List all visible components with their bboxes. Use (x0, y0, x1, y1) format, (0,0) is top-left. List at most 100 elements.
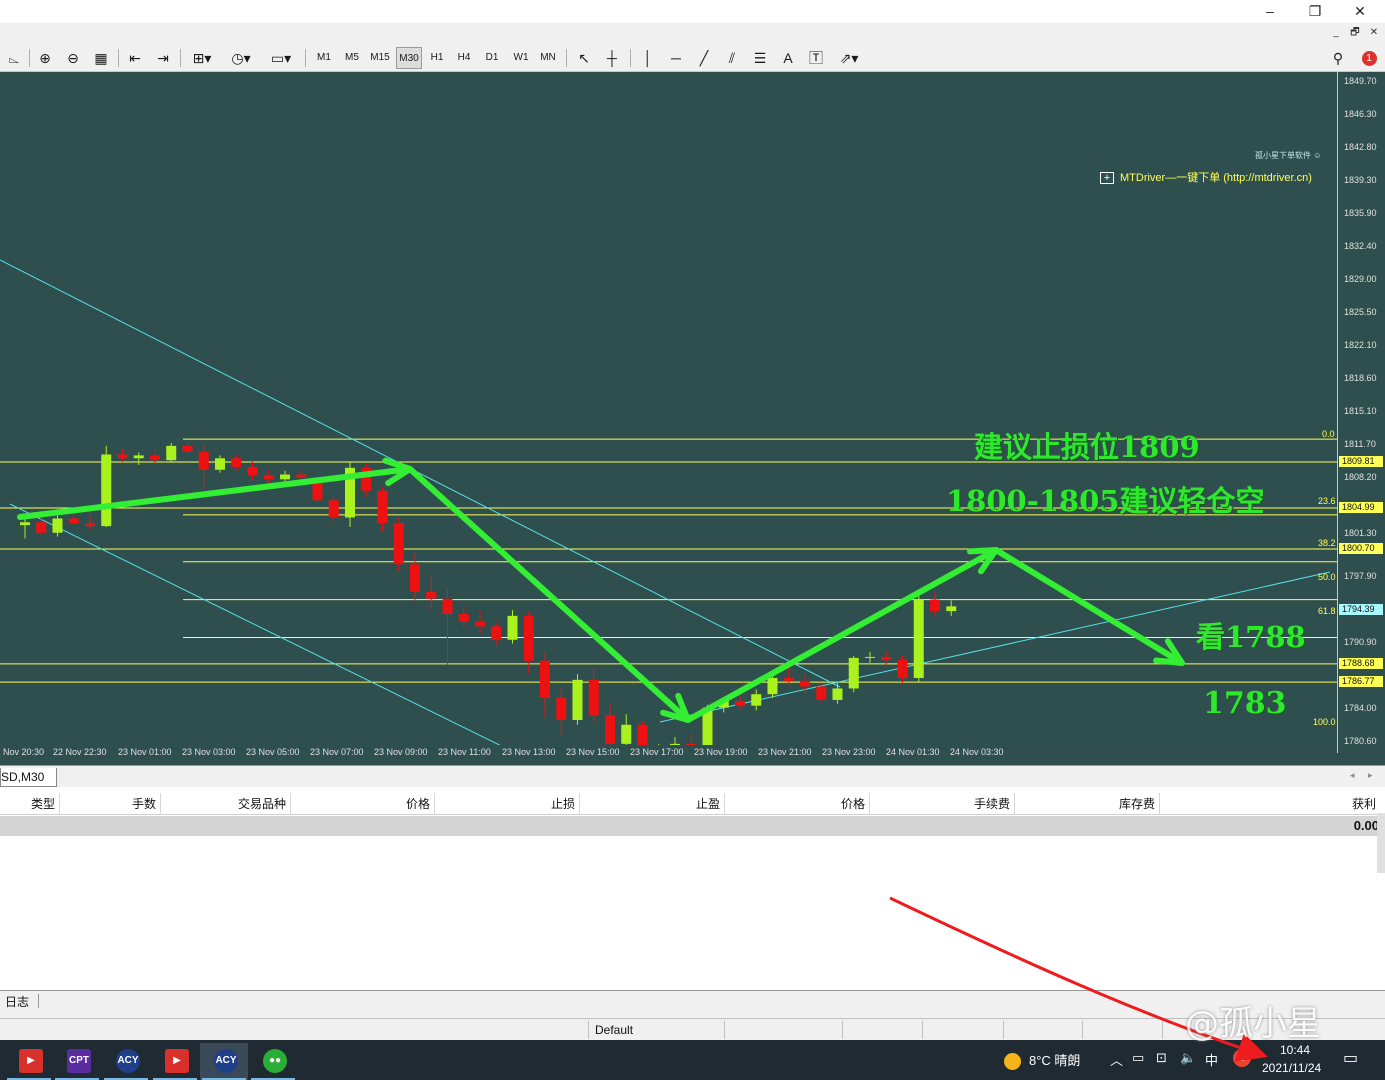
horizontal-line-icon[interactable]: ─ (664, 47, 688, 69)
candle-body-52 (865, 656, 875, 658)
candle-body-1 (36, 522, 47, 533)
tile-windows-icon[interactable]: ▦ (89, 47, 113, 69)
search-icon[interactable]: ⚲ (1326, 47, 1350, 69)
col-symbol[interactable]: 交易品种 (161, 793, 291, 815)
arrows-icon[interactable]: ⇗▾ (832, 47, 866, 69)
battery-icon[interactable]: ▭ (1132, 1050, 1144, 1066)
time-label: 24 Nov 01:30 (886, 747, 940, 757)
taskbar-app-2[interactable]: CPT (53, 1043, 101, 1080)
col-profit[interactable]: 获利 (1160, 793, 1380, 815)
trendline-icon[interactable]: ╱ (692, 47, 716, 69)
templates-icon[interactable]: ▭▾ (264, 47, 298, 69)
tf-w1[interactable]: W1 (508, 47, 534, 69)
sun-icon (1004, 1053, 1021, 1071)
notification-center-icon[interactable]: ▭ (1343, 1048, 1358, 1068)
chart-tab-xauusd[interactable]: SD,M30 (0, 768, 58, 787)
price-tag-stop: 1809.81 (1339, 456, 1383, 467)
col-commission[interactable]: 手续费 (870, 793, 1015, 815)
tf-m30[interactable]: M30 (396, 47, 422, 69)
taskbar-app-1[interactable]: ▶ (5, 1043, 53, 1080)
col-price[interactable]: 价格 (291, 793, 435, 815)
chart-type-icon[interactable]: ⌳ (2, 47, 26, 69)
minimize-button[interactable]: – (1247, 0, 1293, 23)
log-tab[interactable]: 日志 (5, 993, 29, 1010)
ime-indicator[interactable]: 中 (1205, 1050, 1218, 1069)
price-axis[interactable]: 1849.70 1846.30 1842.80 1839.30 1835.90 … (1337, 72, 1385, 753)
candle-body-22 (377, 490, 388, 524)
app-4-icon: ▶ (165, 1049, 189, 1073)
text-tool-icon[interactable]: A (776, 47, 800, 69)
tf-h1[interactable]: H1 (424, 47, 450, 69)
taskbar-app-6[interactable]: ●● (249, 1043, 297, 1080)
candle-body-55 (913, 599, 924, 678)
candle-body-53 (881, 656, 892, 660)
network-icon[interactable]: ⊡ (1156, 1050, 1167, 1066)
vertical-line-icon[interactable]: │ (636, 47, 660, 69)
indicators-icon[interactable]: ⊞▾ (186, 47, 218, 69)
balance-value: 0.00 (1353, 818, 1379, 833)
candle-body-51 (848, 657, 859, 689)
close-button[interactable]: ✕ (1337, 0, 1383, 23)
fib-level-50: 50.0 (1318, 572, 1336, 582)
time-label: 23 Nov 13:00 (502, 747, 556, 757)
autoscroll-icon[interactable]: ⇤ (123, 47, 147, 69)
tab-scroll-left-icon[interactable]: ◂ (1350, 770, 1355, 781)
candle-body-50 (832, 688, 843, 700)
col-type[interactable]: 类型 (0, 793, 60, 815)
mtdriver-plugin[interactable]: + MTDriver—一键下单 (http://mtdriver.cn) (1100, 169, 1312, 185)
sogou-icon[interactable]: S (1233, 1049, 1251, 1067)
col-sl[interactable]: 止损 (435, 793, 580, 815)
taskbar-app-5[interactable]: ACY (200, 1043, 248, 1080)
text-label-icon[interactable]: 🅃 (804, 47, 828, 69)
mdi-close-button[interactable]: ✕ (1366, 26, 1382, 40)
chart-shift-icon[interactable]: ⇥ (151, 47, 175, 69)
price-label: 1835.90 (1344, 208, 1377, 218)
col-price-current[interactable]: 价格 (725, 793, 870, 815)
tray-expand-icon[interactable]: ︿ (1110, 1050, 1123, 1069)
price-label: 1849.70 (1344, 76, 1377, 86)
zoom-in-icon[interactable]: ⊕ (33, 47, 57, 69)
time-label: 23 Nov 09:00 (374, 747, 428, 757)
crosshair-icon[interactable]: ┼ (600, 47, 624, 69)
plugin-expand-icon[interactable]: + (1100, 172, 1114, 185)
entry-annotation: 1800-1805建议轻仓空 (946, 484, 1265, 518)
col-tp[interactable]: 止盈 (580, 793, 725, 815)
taskbar-app-4[interactable]: ▶ (151, 1043, 199, 1080)
mdi-restore-button[interactable]: 🗗 (1347, 26, 1363, 40)
price-chart[interactable]: 孤小星下单软件 ☺ + MTDriver—一键下单 (http://mtdrive… (0, 72, 1385, 765)
zoom-out-icon[interactable]: ⊖ (61, 47, 85, 69)
tf-m5[interactable]: M5 (339, 47, 365, 69)
taskbar-app-3[interactable]: ACY (102, 1043, 150, 1080)
mdi-minimize-button[interactable]: _ (1328, 26, 1344, 40)
candle-body-33 (556, 698, 567, 720)
weather-widget[interactable]: 8°C 晴朗 (1004, 1050, 1080, 1071)
chart-tab-bar: SD,M30 ◂ ▸ (0, 765, 1385, 787)
tf-m1[interactable]: M1 (311, 47, 337, 69)
price-label: 1808.20 (1344, 472, 1377, 482)
fibonacci-icon[interactable]: ☰ (748, 47, 772, 69)
candle-body-14 (247, 466, 258, 476)
candle-body-44 (735, 700, 745, 706)
price-label: 1815.10 (1344, 406, 1377, 416)
clock-date[interactable]: 2021/11/24 (1262, 1061, 1321, 1075)
tf-d1[interactable]: D1 (479, 47, 505, 69)
col-swap[interactable]: 库存费 (1015, 793, 1160, 815)
tf-h4[interactable]: H4 (451, 47, 477, 69)
price-label: 1784.00 (1344, 703, 1377, 713)
candle-body-30 (507, 615, 518, 640)
notification-icon[interactable]: 1 (1358, 47, 1380, 69)
channel-icon[interactable]: ⫽ (720, 47, 744, 69)
cursor-icon[interactable]: ↖ (572, 47, 596, 69)
candle-body-6 (117, 454, 128, 459)
tab-scroll-right-icon[interactable]: ▸ (1368, 770, 1373, 781)
volume-icon[interactable]: 🔈 (1180, 1050, 1196, 1066)
col-lots[interactable]: 手数 (60, 793, 161, 815)
candle-body-32 (540, 660, 550, 699)
periods-icon[interactable]: ◷▾ (224, 47, 258, 69)
profile-name[interactable]: Default (595, 1023, 633, 1037)
tf-mn[interactable]: MN (535, 47, 561, 69)
restore-button[interactable]: ❐ (1292, 0, 1338, 23)
clock-time[interactable]: 10:44 (1280, 1043, 1310, 1057)
tf-m15[interactable]: M15 (367, 47, 393, 69)
terminal-scrollbar[interactable] (1377, 813, 1385, 873)
